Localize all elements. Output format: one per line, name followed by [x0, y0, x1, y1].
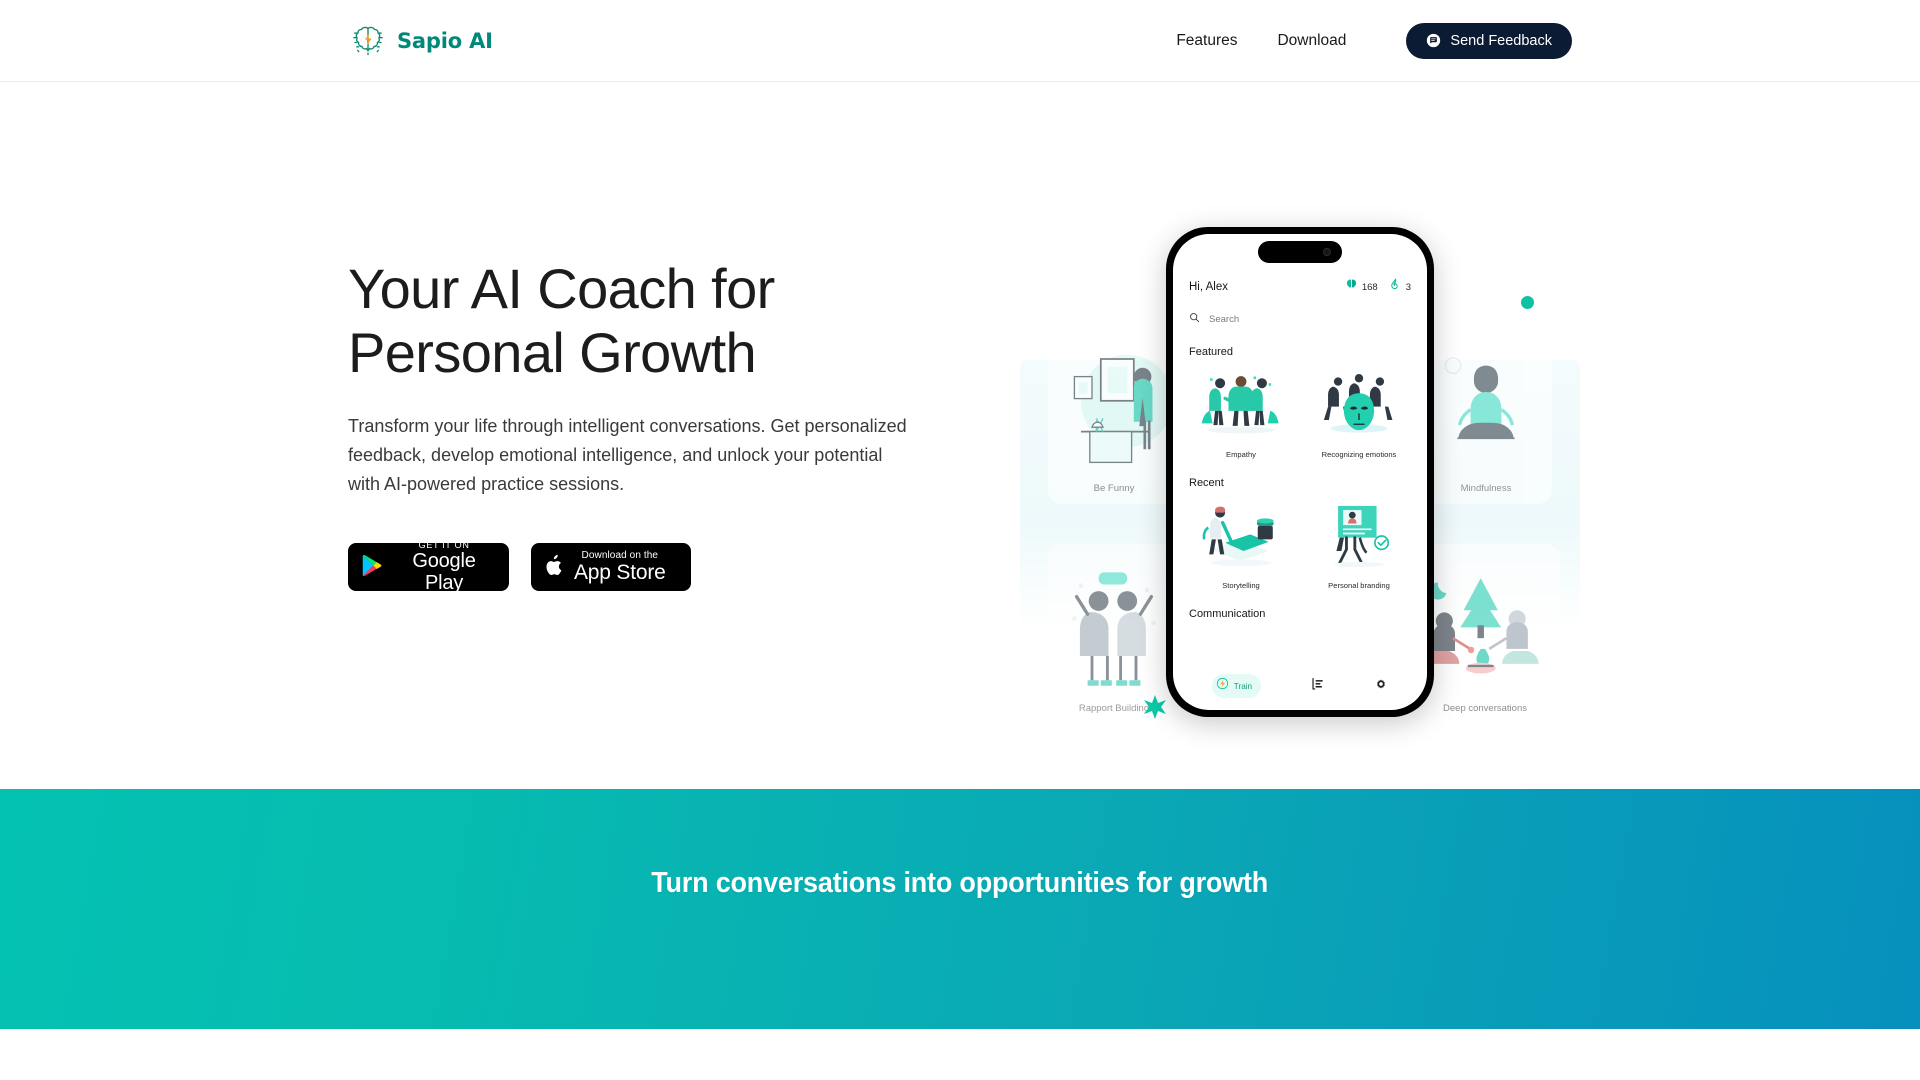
bottom-tab-bar: Train — [1173, 668, 1427, 710]
front-camera-icon — [1323, 248, 1331, 256]
brain-lightning-logo-icon — [348, 21, 388, 61]
growth-banner: Turn conversations into opportunities fo… — [0, 789, 1920, 1029]
card-personal-branding[interactable]: Personal branding — [1305, 497, 1413, 590]
flame-icon — [1389, 278, 1402, 296]
bar-chart-icon — [1311, 677, 1325, 696]
section-title-communication: Communication — [1189, 608, 1266, 620]
card-storytelling[interactable]: Storytelling — [1187, 497, 1295, 590]
ghost-card-be-funny: Be Funny — [1048, 324, 1180, 504]
featured-cards: Empathy Recognizing emotions — [1187, 366, 1413, 459]
section-title-featured: Featured — [1189, 346, 1234, 358]
app-store-badge[interactable]: Download on the App Store — [531, 543, 691, 592]
brand-name: Sapio AI — [397, 28, 493, 53]
ghost-card-label: Rapport Building — [1078, 703, 1150, 714]
ghost-card-label: Mindfulness — [1460, 483, 1512, 494]
google-play-icon — [361, 554, 382, 580]
gear-icon — [1374, 677, 1388, 696]
page-bottom-spacer — [0, 1029, 1920, 1080]
send-feedback-button[interactable]: Send Feedback — [1406, 22, 1572, 59]
card-empathy[interactable]: Empathy — [1187, 366, 1295, 459]
phone-screen: Hi, Alex 168 3 Search Featured Empathy R… — [1173, 234, 1427, 710]
person-writing-illustration — [1187, 497, 1295, 575]
chat-bubble-icon — [1426, 33, 1441, 48]
stats-group: 168 3 — [1345, 278, 1411, 296]
card-label: Recognizing emotions — [1321, 450, 1397, 459]
search-input[interactable]: Search — [1189, 310, 1411, 328]
mask-faces-illustration — [1305, 366, 1413, 444]
recent-cards: Storytelling Personal branding — [1187, 497, 1413, 590]
hero-title: Your AI Coach for Personal Growth — [348, 257, 775, 384]
brain-lightning-icon — [1216, 677, 1229, 695]
store-badges: GET IT ON Google Play Download on the Ap… — [348, 539, 968, 594]
nav-link-features[interactable]: Features — [1156, 24, 1257, 58]
ghost-card-label: Deep conversations — [1443, 703, 1527, 714]
phone-mockup: Hi, Alex 168 3 Search Featured Empathy R… — [1166, 227, 1434, 717]
google-play-badge[interactable]: GET IT ON Google Play — [348, 539, 509, 594]
tab-train[interactable]: Train — [1211, 674, 1262, 698]
send-feedback-label: Send Feedback — [1450, 32, 1552, 49]
card-label: Storytelling — [1222, 581, 1260, 590]
person-at-desk-illustration — [1048, 334, 1180, 483]
nav-link-download[interactable]: Download — [1257, 24, 1366, 58]
tab-settings[interactable] — [1374, 677, 1388, 696]
ghost-card-label: Be Funny — [1093, 483, 1135, 494]
search-placeholder: Search — [1209, 313, 1240, 325]
phone-showcase: Be Funny Mindfulness Rapport Building De… — [1020, 164, 1580, 804]
card-recognizing-emotions[interactable]: Recognizing emotions — [1305, 366, 1413, 459]
brain-points-value: 168 — [1361, 281, 1378, 293]
greeting-text: Hi, Alex — [1189, 281, 1228, 293]
streak-stat: 3 — [1389, 278, 1411, 296]
search-icon — [1189, 310, 1200, 328]
section-title-recent: Recent — [1189, 477, 1224, 489]
brain-icon — [1345, 278, 1358, 296]
streak-value: 3 — [1405, 281, 1411, 293]
main-nav: Features Download Send Feedback — [1156, 22, 1572, 59]
app-store-big-label: App Store — [574, 560, 666, 584]
google-play-big-label: Google Play — [412, 549, 476, 595]
hero-copy: Your AI Coach for Personal Growth Transf… — [348, 257, 968, 594]
decorative-sparkle-icon — [1142, 694, 1168, 720]
app-store-small-label: Download on the — [581, 549, 659, 561]
google-play-small-label: GET IT ON — [418, 539, 470, 550]
two-friends-hugging-illustration — [1048, 554, 1180, 703]
banner-headline: Turn conversations into opportunities fo… — [651, 867, 1269, 899]
hero-subtitle: Transform your life through intelligent … — [348, 415, 907, 494]
brand-logo[interactable]: Sapio AI — [348, 21, 493, 61]
card-label: Personal branding — [1328, 581, 1390, 590]
dynamic-island — [1258, 241, 1342, 263]
meditating-person-illustration — [1420, 334, 1552, 483]
ghost-card-mindfulness: Mindfulness — [1420, 324, 1552, 504]
decorative-teal-dot — [1521, 296, 1534, 309]
tab-stats[interactable] — [1311, 677, 1325, 696]
tab-train-label: Train — [1233, 681, 1253, 691]
hero-section: Your AI Coach for Personal Growth Transf… — [0, 82, 1920, 789]
card-label: Empathy — [1226, 450, 1256, 459]
site-header: Sapio AI Features Download Send Feedback — [0, 0, 1920, 82]
three-people-illustration — [1187, 366, 1295, 444]
profile-card-illustration — [1305, 497, 1413, 575]
brain-points-stat: 168 — [1345, 278, 1378, 296]
apple-logo-icon — [544, 554, 564, 581]
